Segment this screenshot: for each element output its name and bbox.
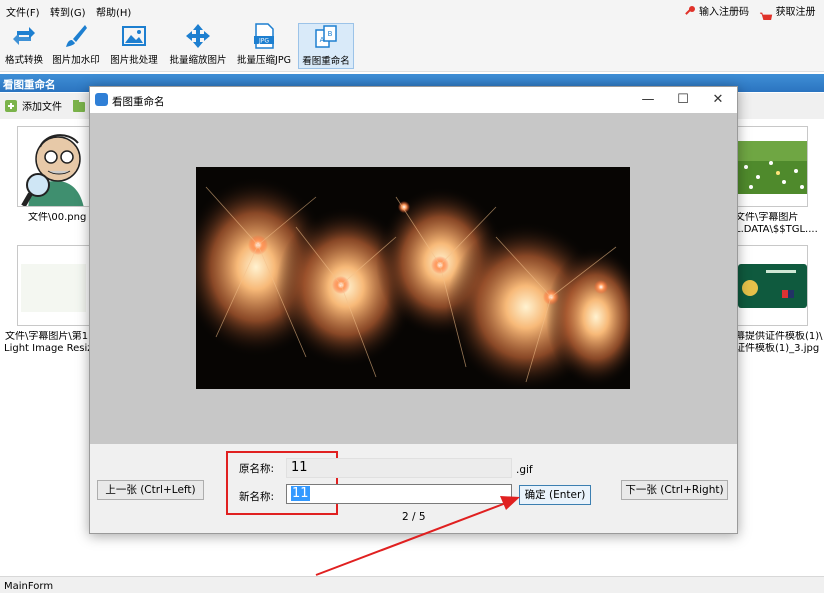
annotation-arrow <box>315 496 520 576</box>
